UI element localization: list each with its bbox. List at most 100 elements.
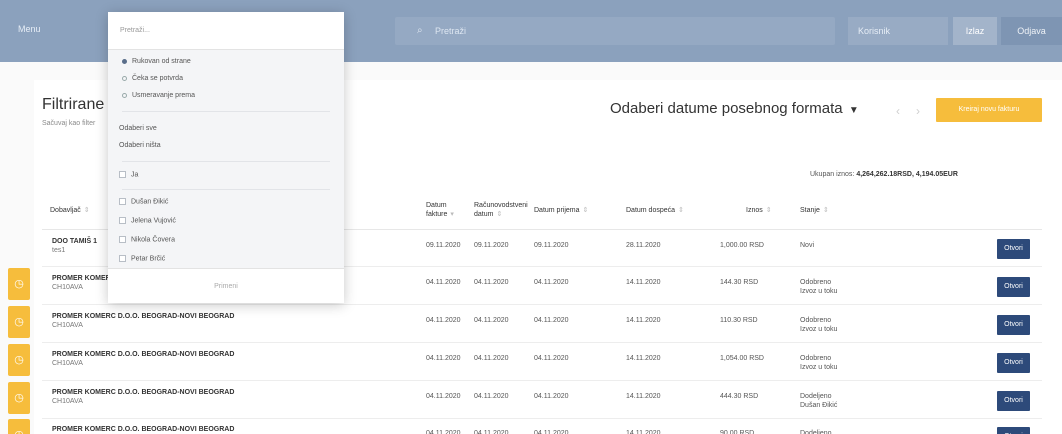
- chevron-right-icon[interactable]: ›: [916, 104, 920, 118]
- radio-dot-icon: [122, 75, 127, 81]
- cell-rec-date: 04.11.2020: [534, 279, 569, 286]
- cell-acc-date: 04.11.2020: [474, 430, 509, 434]
- cell-inv-date: 04.11.2020: [426, 393, 461, 400]
- checkbox-me[interactable]: Ja: [119, 171, 138, 178]
- clock-icon[interactable]: ◷: [8, 419, 30, 434]
- radio-option[interactable]: Rukovan od strane: [122, 58, 191, 65]
- table-row[interactable]: PROMER KOMERC D.O.O. BEOGRAD-NOVI BEOGRA…: [42, 382, 1042, 419]
- cell-due-date: 14.11.2020: [626, 317, 661, 324]
- cell-status-detail: Izvoz u toku: [800, 326, 838, 333]
- dropdown-search-input[interactable]: Pretraži...: [108, 12, 344, 50]
- open-button[interactable]: Otvori: [997, 427, 1030, 434]
- header-receipt-date-label: Datum prijema: [534, 206, 580, 214]
- cell-due-date: 14.11.2020: [626, 279, 661, 286]
- cell-due-date: 14.11.2020: [626, 430, 661, 434]
- sort-icon: ⇕: [678, 207, 684, 214]
- cell-amount: 144.30 RSD: [720, 279, 759, 286]
- checkbox-user[interactable]: Jelena Vujović: [119, 217, 176, 224]
- header-status[interactable]: Stanje ⇕: [800, 190, 829, 230]
- user-menu[interactable]: Korisnik: [848, 17, 948, 45]
- sort-icon: ⇕: [83, 207, 90, 214]
- cell-acc-date: 04.11.2020: [474, 393, 509, 400]
- menu-label[interactable]: Menu: [18, 24, 41, 34]
- checkbox-me-label: Ja: [131, 171, 139, 179]
- clock-icon[interactable]: ◷: [8, 382, 30, 414]
- select-none-link[interactable]: Odaberi ništa: [119, 142, 161, 149]
- clock-icon[interactable]: ◷: [8, 344, 30, 376]
- checkbox-user[interactable]: Petar Brčić: [119, 255, 165, 262]
- checkbox-box: [119, 255, 126, 262]
- header-due-date[interactable]: Datum dospeća ⇕: [626, 190, 684, 230]
- header-invoice-date-line2: fakture: [426, 211, 448, 218]
- divider: [122, 189, 330, 190]
- table-row[interactable]: PROMER KOMERC D.O.O. BEOGRAD-NOVI BEOGRA…: [42, 344, 1042, 381]
- cell-rec-date: 04.11.2020: [534, 393, 569, 400]
- radio-option-label: Rukovan od strane: [132, 58, 191, 65]
- header-accounting-date[interactable]: Računovodstveni datum ⇕: [474, 190, 528, 230]
- open-button[interactable]: Otvori: [997, 239, 1030, 259]
- cell-status1: Novi: [800, 242, 815, 249]
- date-format-picker[interactable]: Odaberi datume posebnog formata ▼: [610, 100, 859, 117]
- open-button[interactable]: Otvori: [997, 391, 1030, 411]
- cell-status1: Dodeljeno: [800, 430, 832, 434]
- new-invoice-button[interactable]: Kreiraj novu fakturu: [936, 98, 1042, 122]
- header-due-date-label: Datum dospeća: [626, 206, 676, 214]
- checkbox-user-label: Dušan Đikić: [131, 198, 169, 206]
- header-amount[interactable]: Iznos ⇕: [746, 190, 772, 230]
- checkbox-box: [119, 171, 126, 178]
- cell-due-date: 14.11.2020: [626, 393, 661, 400]
- header-invoice-date[interactable]: Datum fakture ▾: [426, 190, 454, 230]
- save-as-filter-link[interactable]: Sačuvaj kao filter: [42, 120, 95, 127]
- header-supplier-label: Dobavljač: [50, 206, 81, 214]
- checkbox-user[interactable]: Nikola Čovera: [119, 236, 175, 243]
- select-all-link[interactable]: Odaberi sve: [119, 125, 157, 132]
- open-button[interactable]: Otvori: [997, 353, 1030, 373]
- checkbox-user[interactable]: Dušan Đikić: [119, 198, 168, 205]
- clock-icon[interactable]: ◷: [8, 268, 30, 300]
- open-button[interactable]: Otvori: [997, 315, 1030, 335]
- cell-status-detail: Izvoz u toku: [800, 288, 838, 295]
- cell-inv-date: 04.11.2020: [426, 355, 461, 362]
- logout-button[interactable]: Odjava: [1001, 17, 1062, 45]
- totals-prefix: Ukupan iznos:: [810, 171, 855, 178]
- radio-dot-icon: [122, 92, 127, 98]
- supplier-name: DOO TAMIŠ 1: [52, 238, 97, 245]
- cell-rec-date: 04.11.2020: [534, 317, 569, 324]
- global-search[interactable]: ⌕ Pretraži: [395, 17, 835, 45]
- cell-due-date: 28.11.2020: [626, 242, 661, 249]
- cell-status1: Dodeljeno: [800, 393, 832, 400]
- cell-amount: 1,054.00 RSD: [720, 355, 764, 362]
- cell-acc-date: 04.11.2020: [474, 279, 509, 286]
- radio-option[interactable]: Čeka se potvrda: [122, 75, 183, 82]
- radio-option[interactable]: Usmeravanje prema: [122, 92, 195, 99]
- exit-button[interactable]: Izlaz: [953, 17, 997, 45]
- cell-status1: Odobreno: [800, 317, 832, 324]
- supplier-code: CH10AVA: [52, 284, 83, 291]
- chevron-left-icon[interactable]: ‹: [896, 104, 900, 118]
- table-row[interactable]: PROMER KOMERC D.O.O. BEOGRAD-NOVI BEOGRA…: [42, 306, 1042, 343]
- header-receipt-date[interactable]: Datum prijema ⇕: [534, 190, 588, 230]
- totals-summary: Ukupan iznos: 4,264,262.18RSD, 4,194.05E…: [810, 171, 958, 178]
- sort-icon: ⇕: [582, 207, 589, 214]
- apply-button[interactable]: Primeni: [108, 268, 344, 303]
- checkbox-box: [119, 236, 126, 243]
- header-status-label: Stanje: [800, 206, 820, 214]
- cell-status1: Odobreno: [800, 279, 832, 286]
- cell-inv-date: 04.11.2020: [426, 317, 461, 324]
- search-icon: ⌕: [417, 25, 423, 36]
- sort-desc-icon: ▾: [450, 211, 454, 218]
- open-button[interactable]: Otvori: [997, 277, 1030, 297]
- supplier-name: PROMER KOMERC D.O.O. BEOGRAD-NOVI BEOGRA…: [52, 426, 235, 433]
- sort-icon: ⇕: [496, 211, 503, 218]
- clock-icon[interactable]: ◷: [8, 306, 30, 338]
- header-supplier[interactable]: Dobavljač ⇕: [50, 190, 90, 230]
- divider: [122, 161, 330, 162]
- caret-down-icon: ▼: [848, 105, 859, 116]
- cell-amount: 110.30 RSD: [720, 317, 758, 324]
- cell-rec-date: 04.11.2020: [534, 355, 569, 362]
- table-row[interactable]: PROMER KOMERC D.O.O. BEOGRAD-NOVI BEOGRA…: [42, 419, 1042, 434]
- cell-rec-date: 04.11.2020: [534, 430, 569, 434]
- supplier-code: tes1: [52, 247, 66, 254]
- cell-amount: 90.00 RSD: [720, 430, 755, 434]
- divider: [122, 111, 330, 112]
